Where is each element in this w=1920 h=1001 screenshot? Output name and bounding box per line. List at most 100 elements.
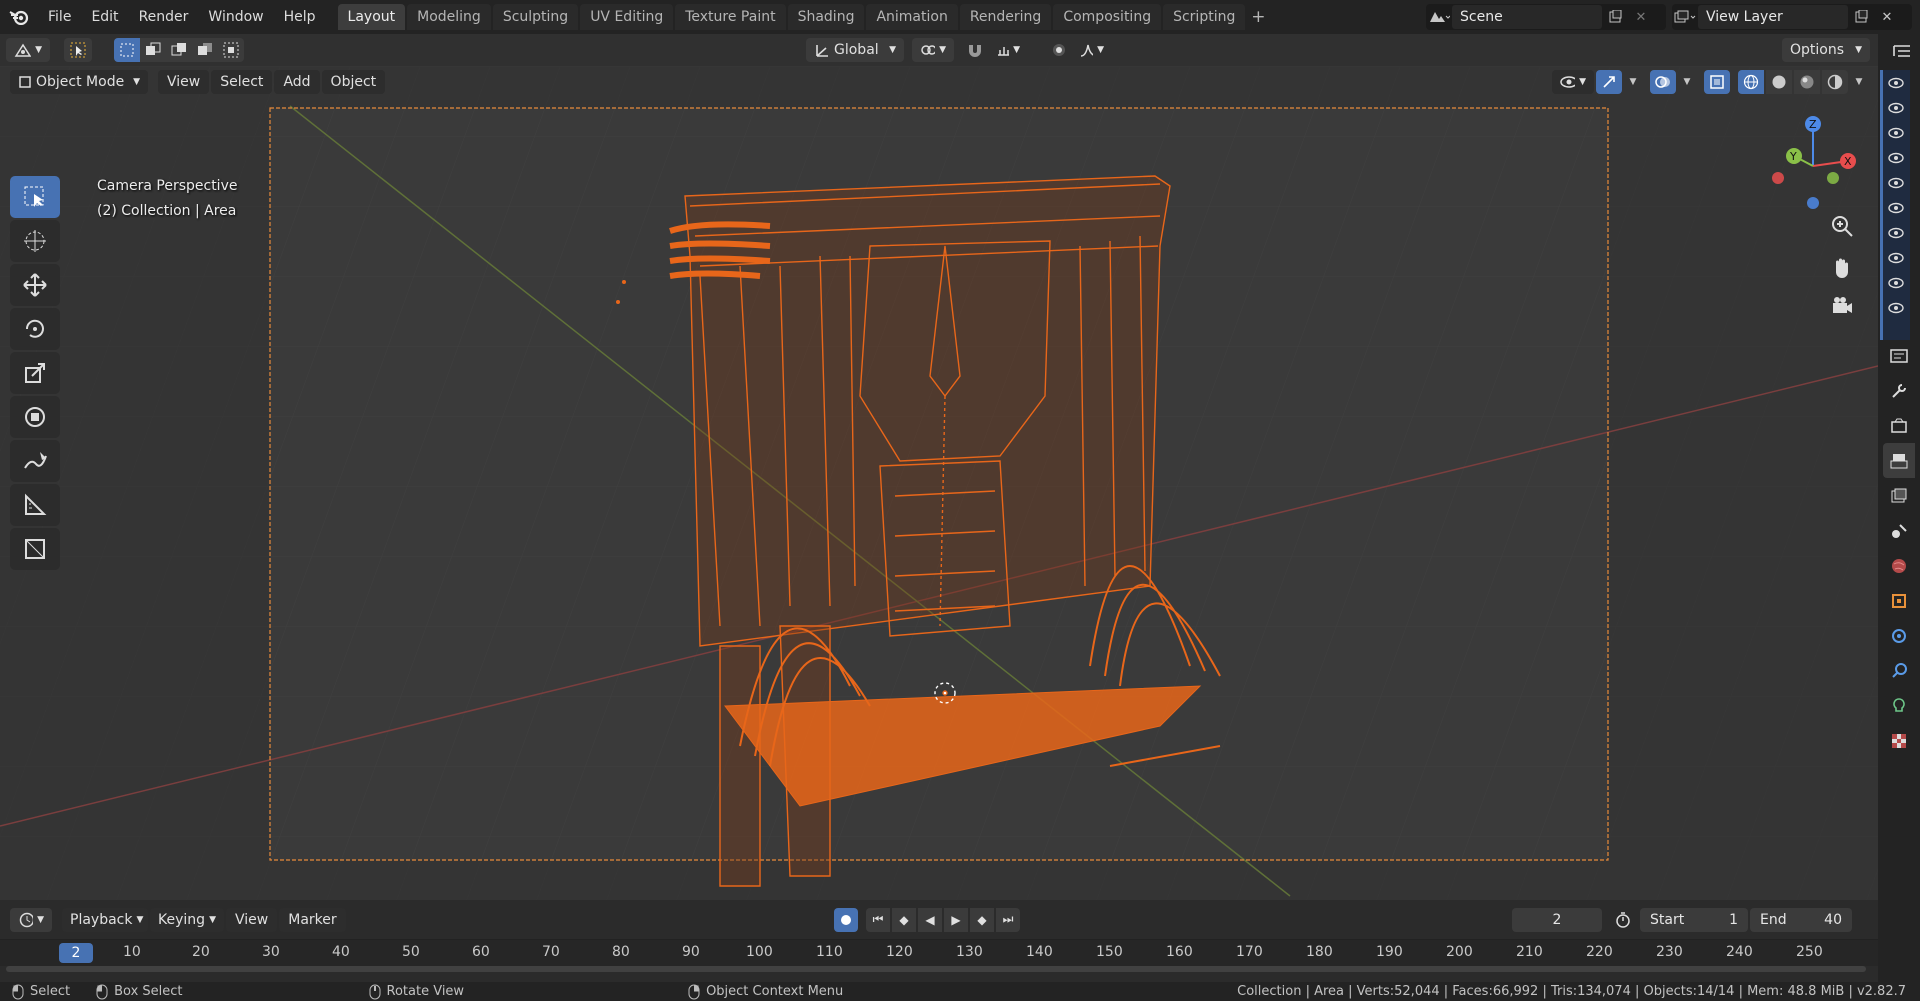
new-scene-icon[interactable] — [1602, 5, 1628, 29]
jump-to-start-icon[interactable]: ⏮ — [866, 907, 890, 932]
menu-render[interactable]: Render — [129, 0, 199, 34]
chevron-down-icon[interactable]: ▼ — [1678, 70, 1696, 94]
scale-tool[interactable] — [10, 352, 60, 394]
eye-icon[interactable] — [1883, 95, 1909, 120]
menu-edit[interactable]: Edit — [81, 0, 128, 34]
world-properties-icon[interactable] — [1883, 548, 1915, 583]
jump-to-end-icon[interactable]: ⏭ — [996, 907, 1020, 932]
annotate-tool[interactable] — [10, 440, 60, 482]
camera-view-icon[interactable] — [1830, 294, 1854, 322]
add-workspace-button[interactable]: + — [1247, 4, 1269, 30]
tab-compositing[interactable]: Compositing — [1053, 4, 1162, 30]
keying-menu[interactable]: Keying ▼ — [150, 907, 224, 932]
outliner-editor-icon[interactable] — [1886, 34, 1918, 68]
overlays-toggle-icon[interactable] — [1650, 69, 1676, 94]
eye-icon[interactable] — [1883, 70, 1909, 95]
close-icon[interactable]: ✕ — [1874, 5, 1900, 29]
tab-sculpting[interactable]: Sculpting — [492, 4, 579, 30]
view-layer-name-field[interactable]: View Layer — [1698, 5, 1848, 29]
menu-help[interactable]: Help — [274, 0, 326, 34]
zoom-icon[interactable] — [1830, 214, 1854, 242]
tool-properties-icon[interactable] — [1883, 373, 1915, 408]
modifier-properties-icon[interactable] — [1883, 618, 1915, 653]
select-menu[interactable]: Select — [211, 69, 273, 94]
object-mode-dropdown[interactable]: Object Mode ▼ — [10, 69, 148, 94]
menu-file[interactable]: File — [38, 0, 81, 34]
falloff-dropdown[interactable]: ▼ — [1072, 38, 1112, 62]
editor-type-dropdown[interactable]: ▼ — [6, 38, 50, 62]
current-frame-field[interactable]: 2 — [1512, 907, 1602, 932]
play-icon[interactable]: ▶ — [944, 907, 968, 932]
close-icon[interactable]: ✕ — [1628, 5, 1654, 29]
transform-tool[interactable] — [10, 396, 60, 438]
eye-icon[interactable] — [1883, 220, 1909, 245]
tab-scripting[interactable]: Scripting — [1163, 4, 1246, 30]
eye-icon[interactable] — [1883, 120, 1909, 145]
tab-texture-paint[interactable]: Texture Paint — [675, 4, 786, 30]
view-menu[interactable]: View — [158, 69, 210, 94]
tab-shading[interactable]: Shading — [787, 4, 865, 30]
auto-keying-icon[interactable] — [834, 907, 858, 932]
material-shading-icon[interactable] — [1794, 69, 1820, 94]
transform-orientation-dropdown[interactable]: Global ▼ — [806, 38, 904, 62]
navigation-gizmo[interactable]: Z X Y — [1760, 106, 1870, 216]
menu-window[interactable]: Window — [198, 0, 273, 34]
eye-icon[interactable] — [1883, 170, 1909, 195]
timeline-scrollbar[interactable] — [6, 966, 1866, 972]
visibility-dropdown[interactable]: ▼ — [1552, 69, 1594, 94]
eye-icon[interactable] — [1883, 295, 1909, 320]
eye-icon[interactable] — [1883, 145, 1909, 170]
add-cube-tool[interactable] — [10, 528, 60, 570]
select-subtract-icon[interactable] — [166, 38, 192, 62]
proportional-edit-icon[interactable] — [1046, 38, 1072, 62]
scene-properties-icon[interactable] — [1883, 513, 1915, 548]
new-view-layer-icon[interactable] — [1848, 5, 1874, 29]
tab-layout[interactable]: Layout — [337, 4, 406, 30]
options-dropdown[interactable]: Options ▼ — [1782, 38, 1870, 62]
timeline-editor-type-dropdown[interactable]: ▼ — [10, 907, 52, 932]
tab-rendering[interactable]: Rendering — [959, 4, 1052, 30]
object-properties-icon[interactable] — [1883, 583, 1915, 618]
select-intersect-icon[interactable] — [218, 38, 244, 62]
eye-icon[interactable] — [1883, 270, 1909, 295]
timeline-view-menu[interactable]: View — [226, 907, 278, 932]
rotate-tool[interactable] — [10, 308, 60, 350]
tab-modeling[interactable]: Modeling — [407, 4, 491, 30]
measure-tool[interactable] — [10, 484, 60, 526]
cursor-tool[interactable] — [10, 220, 60, 262]
view-layer-icon[interactable] — [1672, 5, 1698, 29]
eye-icon[interactable] — [1883, 245, 1909, 270]
pan-hand-icon[interactable] — [1830, 256, 1854, 284]
texture-properties-icon[interactable] — [1883, 723, 1915, 758]
move-tool[interactable] — [10, 264, 60, 306]
tab-animation[interactable]: Animation — [866, 4, 958, 30]
end-frame-field[interactable]: End 40 — [1750, 907, 1852, 932]
stopwatch-icon[interactable] — [1610, 908, 1636, 932]
timeline-ruler[interactable]: 2 10 20 30 40 50 60 70 80 90 100 110 120… — [0, 940, 1878, 966]
current-frame-indicator[interactable]: 2 — [59, 943, 93, 963]
play-reverse-icon[interactable]: ◀ — [918, 907, 942, 932]
properties-editor-icon[interactable] — [1883, 338, 1915, 373]
chevron-down-icon[interactable]: ▼ — [1850, 70, 1868, 94]
select-box-tool[interactable] — [10, 176, 60, 218]
scene-name-field[interactable]: Scene — [1452, 5, 1602, 29]
scene-icon[interactable] — [1426, 5, 1452, 29]
add-menu[interactable]: Add — [274, 69, 320, 94]
solid-shading-icon[interactable] — [1766, 69, 1792, 94]
eye-icon[interactable] — [1883, 195, 1909, 220]
tool-settings-icon[interactable] — [64, 38, 92, 62]
xray-toggle-icon[interactable] — [1704, 69, 1730, 94]
timeline-marker-menu[interactable]: Marker — [279, 907, 346, 932]
select-extend-icon[interactable] — [140, 38, 166, 62]
wireframe-shading-icon[interactable] — [1738, 69, 1764, 94]
tab-uv-editing[interactable]: UV Editing — [580, 4, 674, 30]
physics-properties-icon[interactable] — [1883, 653, 1915, 688]
pivot-point-dropdown[interactable]: ▼ — [912, 38, 954, 62]
chevron-down-icon[interactable]: ▼ — [1624, 70, 1642, 94]
3d-viewport[interactable]: Camera Perspective (2) Collection | Area… — [0, 66, 1878, 900]
select-new-icon[interactable] — [114, 38, 140, 62]
start-frame-field[interactable]: Start 1 — [1640, 907, 1748, 932]
snap-target-dropdown[interactable]: ▼ — [988, 38, 1028, 62]
next-keyframe-icon[interactable]: ◆ — [970, 907, 994, 932]
output-properties-icon[interactable] — [1883, 443, 1915, 478]
